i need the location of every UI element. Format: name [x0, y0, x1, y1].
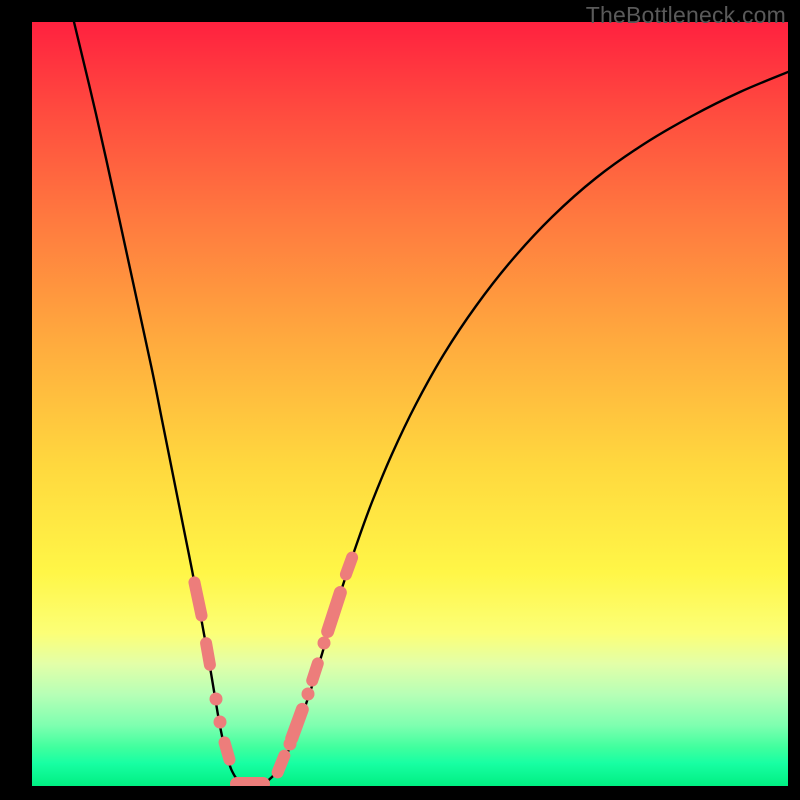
curve-left-curve — [74, 22, 252, 786]
marker-pill — [319, 584, 348, 639]
marker-pill — [230, 777, 270, 786]
marker-pill — [187, 575, 208, 622]
plot-area — [32, 22, 788, 786]
chart-frame: TheBottleneck.com — [0, 0, 800, 800]
marker-pill — [199, 636, 217, 672]
watermark-text: TheBottleneck.com — [586, 2, 786, 29]
marker-dot — [210, 693, 223, 706]
marker-dot — [214, 716, 227, 729]
marker-pill — [217, 735, 237, 767]
marker-pill — [270, 748, 292, 780]
marker-pill — [283, 701, 310, 747]
marker-pill — [338, 550, 360, 582]
chart-svg — [32, 22, 788, 786]
curve-right-curve — [252, 72, 788, 786]
marker-dot — [302, 688, 315, 701]
marker-pill — [305, 656, 326, 688]
marker-dot — [318, 637, 331, 650]
